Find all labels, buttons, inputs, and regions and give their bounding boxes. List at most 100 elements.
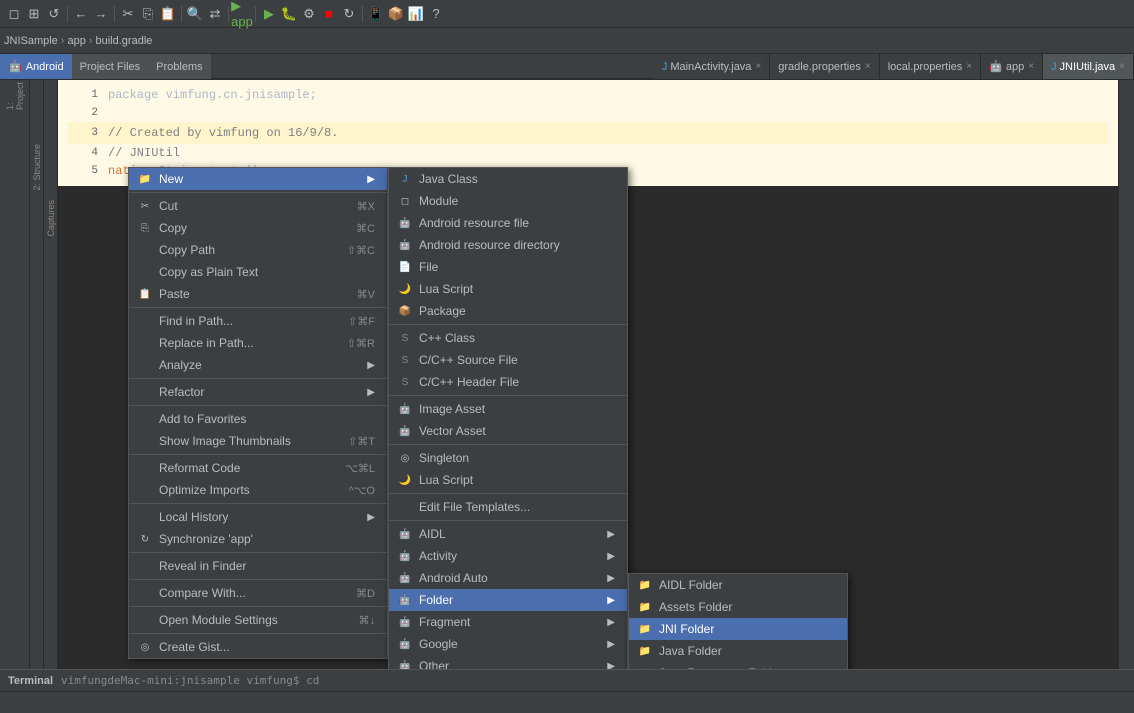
structure-icon[interactable]: 2: Structure <box>32 144 42 191</box>
toolbar-icon-2[interactable]: ⊞ <box>24 4 44 24</box>
folder-assets[interactable]: 📁 Assets Folder <box>629 596 847 618</box>
redo-icon[interactable]: → <box>91 4 111 24</box>
sdk-icon[interactable]: 📦 <box>386 4 406 24</box>
new-aidl[interactable]: 🤖 AIDL ▶ <box>389 523 627 545</box>
menu-item-refactor[interactable]: Refactor ▶ <box>129 381 387 403</box>
new-lua-script[interactable]: 🌙 Lua Script <box>389 278 627 300</box>
tab-project-files[interactable]: Project Files <box>72 54 149 79</box>
toolbar-icon-3[interactable]: ↺ <box>44 4 64 24</box>
editor-tab-local-props[interactable]: local.properties × <box>880 54 981 79</box>
menu-item-cut[interactable]: ✂ Cut ⌘X <box>129 195 387 217</box>
new-lua-script2[interactable]: 🌙 Lua Script <box>389 469 627 491</box>
new-android-auto[interactable]: 🤖 Android Auto ▶ <box>389 567 627 589</box>
build-icon[interactable]: ⚙ <box>299 4 319 24</box>
close-tab-jniutil[interactable]: × <box>1119 61 1125 72</box>
activity-icon: 🤖 <box>397 548 413 564</box>
cut-toolbar-icon[interactable]: ✂ <box>118 4 138 24</box>
google-icon: 🤖 <box>397 636 413 652</box>
menu-item-add-favorites[interactable]: Add to Favorites <box>129 408 387 430</box>
menu-item-local-history[interactable]: Local History ▶ <box>129 506 387 528</box>
avd-icon[interactable]: 📱 <box>366 4 386 24</box>
new-google[interactable]: 🤖 Google ▶ <box>389 633 627 655</box>
toolbar-icon-1[interactable]: ◻ <box>4 4 24 24</box>
new-folder[interactable]: 🤖 Folder ▶ <box>389 589 627 611</box>
new-singleton[interactable]: ◎ Singleton <box>389 447 627 469</box>
editor-tab-jniutil[interactable]: J JNIUtil.java × <box>1043 54 1134 79</box>
menu-item-copy-plain[interactable]: Copy as Plain Text <box>129 261 387 283</box>
run-config-icon[interactable]: ▶ app <box>232 4 252 24</box>
menu-item-new[interactable]: 📁 New ▶ <box>129 168 387 190</box>
run-icon[interactable]: ▶ <box>259 4 279 24</box>
close-tab-gradle-props[interactable]: × <box>865 61 871 72</box>
breadcrumb-gradle[interactable]: build.gradle <box>96 35 153 47</box>
status-bar <box>0 691 1134 713</box>
menu-item-copy-path[interactable]: Copy Path ⇧⌘C <box>129 239 387 261</box>
close-tab-mainactivity[interactable]: × <box>755 61 761 72</box>
paste-toolbar-icon[interactable]: 📋 <box>158 4 178 24</box>
menu-item-paste[interactable]: 📋 Paste ⌘V <box>129 283 387 305</box>
code-line-1: 1 package vimfung.cn.jnisample; <box>68 86 1108 104</box>
android-profiler-icon[interactable]: 📊 <box>406 4 426 24</box>
replace-icon[interactable]: ⇄ <box>205 4 225 24</box>
new-fragment[interactable]: 🤖 Fragment ▶ <box>389 611 627 633</box>
breadcrumb-app[interactable]: app <box>67 35 85 47</box>
menu-item-replace-path[interactable]: Replace in Path... ⇧⌘R <box>129 332 387 354</box>
folder-java[interactable]: 📁 Java Folder <box>629 640 847 662</box>
close-tab-local-props[interactable]: × <box>966 61 972 72</box>
menu-item-analyze[interactable]: Analyze ▶ <box>129 354 387 376</box>
help-icon[interactable]: ? <box>426 4 446 24</box>
folder-aidl[interactable]: 📁 AIDL Folder <box>629 574 847 596</box>
terminal-bar[interactable]: Terminal vimfungdeMac-mini:jnisample vim… <box>0 669 1134 691</box>
editor-tab-gradle-props[interactable]: gradle.properties × <box>770 54 879 79</box>
menu-item-reveal-finder[interactable]: Reveal in Finder <box>129 555 387 577</box>
folder-jni[interactable]: 📁 JNI Folder <box>629 618 847 640</box>
terminal-content: vimfungdeMac-mini:jnisample vimfung$ cd <box>61 674 319 687</box>
editor-area[interactable]: 1 package vimfung.cn.jnisample; 2 3 // C… <box>58 80 1118 689</box>
cpp-hdr-icon: S <box>397 374 413 390</box>
menu-item-synchronize[interactable]: ↻ Synchronize 'app' <box>129 528 387 550</box>
tab-problems[interactable]: Problems <box>148 54 210 79</box>
new-cpp-source[interactable]: S C/C++ Source File <box>389 349 627 371</box>
sep4 <box>228 6 229 22</box>
editor-tab-mainactivity[interactable]: J MainActivity.java × <box>654 54 770 79</box>
code-line-comment: 3 // Created by vimfung on 16/9/8. <box>68 122 1108 144</box>
lua-icon: 🌙 <box>397 281 413 297</box>
new-module[interactable]: ◻ Module <box>389 190 627 212</box>
vector-asset-icon: 🤖 <box>397 423 413 439</box>
sep3 <box>181 6 182 22</box>
tab-android[interactable]: 🤖 Android <box>0 54 72 79</box>
menu-item-reformat[interactable]: Reformat Code ⌥⌘L <box>129 457 387 479</box>
captures-icon[interactable]: Captures <box>46 200 56 237</box>
menu-item-optimize-imports[interactable]: Optimize Imports ^⌥O <box>129 479 387 501</box>
code-line-2: 2 <box>68 104 1108 122</box>
find-icon[interactable]: 🔍 <box>185 4 205 24</box>
fragment-icon: 🤖 <box>397 614 413 630</box>
breadcrumb-jnisample[interactable]: JNISample <box>4 35 58 47</box>
new-java-class[interactable]: J Java Class <box>389 168 627 190</box>
menu-item-compare[interactable]: Compare With... ⌘D <box>129 582 387 604</box>
undo-icon[interactable]: ← <box>71 4 91 24</box>
new-vector-asset[interactable]: 🤖 Vector Asset <box>389 420 627 442</box>
stop-icon[interactable]: ■ <box>319 4 339 24</box>
copy-toolbar-icon[interactable]: ⎘ <box>138 4 158 24</box>
debug-icon[interactable]: 🐛 <box>279 4 299 24</box>
new-activity[interactable]: 🤖 Activity ▶ <box>389 545 627 567</box>
sync-icon[interactable]: ↻ <box>339 4 359 24</box>
menu-item-find-path[interactable]: Find in Path... ⇧⌘F <box>129 310 387 332</box>
new-android-resource-file[interactable]: 🤖 Android resource file <box>389 212 627 234</box>
menu-item-copy[interactable]: ⎘ Copy ⌘C <box>129 217 387 239</box>
menu-item-image-thumbnails[interactable]: Show Image Thumbnails ⇧⌘T <box>129 430 387 452</box>
new-cpp-class[interactable]: S C++ Class <box>389 327 627 349</box>
cut-icon: ✂ <box>137 198 153 214</box>
menu-item-module-settings[interactable]: Open Module Settings ⌘↓ <box>129 609 387 631</box>
edit-file-templates[interactable]: Edit File Templates... <box>389 496 627 518</box>
editor-tab-app[interactable]: 🤖 app × <box>981 54 1043 79</box>
close-tab-app[interactable]: × <box>1028 61 1034 72</box>
project-icon[interactable]: 1: Project <box>3 84 27 108</box>
new-file[interactable]: 📄 File <box>389 256 627 278</box>
new-package[interactable]: 📦 Package <box>389 300 627 322</box>
new-cpp-header[interactable]: S C/C++ Header File <box>389 371 627 393</box>
menu-item-create-gist[interactable]: ◎ Create Gist... <box>129 636 387 658</box>
new-android-resource-dir[interactable]: 🤖 Android resource directory <box>389 234 627 256</box>
new-image-asset[interactable]: 🤖 Image Asset <box>389 398 627 420</box>
